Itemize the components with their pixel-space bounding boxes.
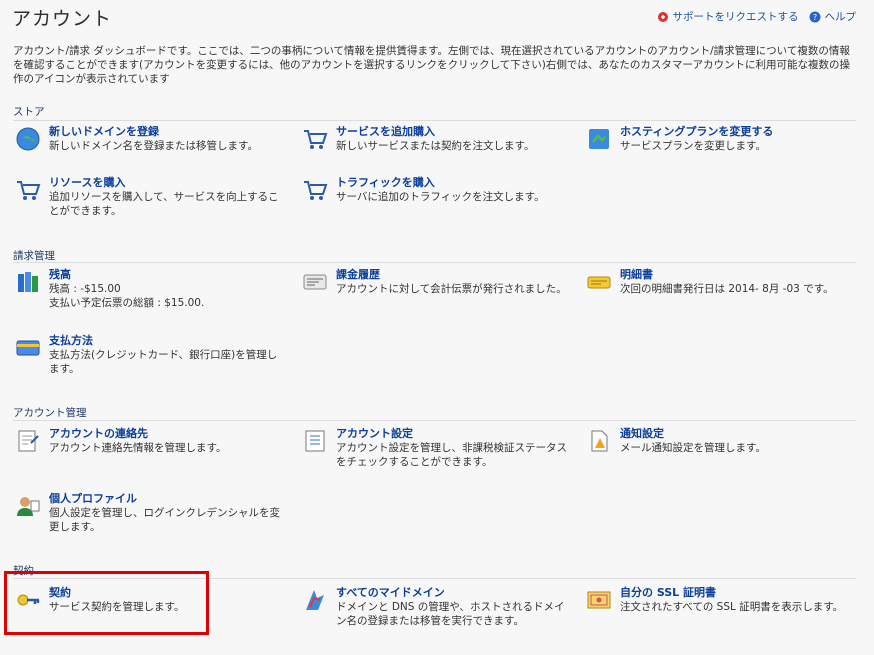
intro-text: アカウント/請求 ダッシュボードです。ここでは、二つの事柄について情報を提供賃得… [13, 45, 850, 85]
globe-icon [16, 127, 40, 151]
store-item-buy-resources: リソースを購入 追加リソースを購入して、サービスを向上することができます。 [15, 175, 285, 218]
contacts-link[interactable]: アカウントの連絡先 [49, 426, 226, 441]
profile-icon [17, 497, 40, 516]
history-link[interactable]: 課金履歴 [336, 267, 567, 282]
billing-item-balance: 残高 残高 : -$15.00 支払い予定伝票の総額 : $15.00. [15, 267, 285, 310]
section-account-label: アカウント管理 [13, 407, 87, 419]
top-links: サポートをリクエストする ? ヘルプ [657, 9, 857, 24]
add-service-link[interactable]: サービスを追加購入 [336, 124, 534, 139]
store-item-register-domain: 新しいドメインを登録 新しいドメイン名を登録または移管します。 [15, 124, 285, 153]
register-domain-link[interactable]: 新しいドメインを登録 [49, 124, 258, 139]
account-item-contacts: アカウントの連絡先 アカウント連絡先情報を管理します。 [15, 426, 285, 455]
all-domains-desc: ドメインと DNS の管理や、ホストされるドメイン名の登録または移管を実行できま… [336, 601, 565, 627]
statement-link[interactable]: 明細書 [620, 267, 834, 282]
account-item-notifications: 通知設定 メール通知設定を管理します。 [586, 426, 856, 455]
settings-icon [305, 430, 325, 452]
section-billing-divider [13, 262, 856, 263]
balance-link[interactable]: 残高 [49, 267, 204, 282]
buy-resources-link[interactable]: リソースを購入 [49, 175, 285, 190]
statement-icon [587, 276, 611, 289]
notifications-link[interactable]: 通知設定 [620, 426, 766, 441]
payment-desc: 支払方法(クレジットカード、銀行口座)を管理します。 [49, 349, 278, 375]
billing-item-payment: 支払方法 支払方法(クレジットカード、銀行口座)を管理します。 [15, 333, 285, 376]
buy-resources-desc: 追加リソースを購入して、サービスを向上することができます。 [49, 191, 279, 217]
certificate-icon [587, 591, 611, 609]
settings-link[interactable]: アカウント設定 [336, 426, 572, 441]
support-request-link[interactable]: サポートをリクエストする [657, 9, 799, 24]
store-item-add-service: サービスを追加購入 新しいサービスまたは契約を注文します。 [302, 124, 572, 153]
help-link-label: ヘルプ [824, 11, 857, 23]
settings-desc: アカウント設定を管理し、非課税検証ステータスをチェックすることができます。 [336, 442, 567, 468]
profile-link[interactable]: 個人プロファイル [49, 491, 285, 506]
buy-traffic-link[interactable]: トラフィックを購入 [336, 175, 545, 190]
support-icon [657, 11, 668, 22]
domains-icon [306, 590, 324, 610]
hosting-icon [589, 129, 609, 149]
ssl-desc: 注文されたすべての SSL 証明書を表示します。 [620, 601, 844, 613]
contact-icon [18, 430, 39, 452]
buy-traffic-desc: サーバに追加のトラフィックを注文します。 [336, 191, 545, 203]
store-item-buy-traffic: トラフィックを購入 サーバに追加のトラフィックを注文します。 [302, 175, 572, 204]
billing-item-history: 課金履歴 アカウントに対して会計伝票が発行されました。 [302, 267, 572, 296]
card-icon [16, 340, 40, 356]
cart-icon [304, 130, 328, 149]
add-service-desc: 新しいサービスまたは契約を注文します。 [336, 140, 535, 152]
invoice-icon [303, 274, 327, 290]
support-link-label: サポートをリクエストする [672, 11, 799, 23]
contract-highlight-box [4, 571, 209, 635]
account-item-profile: 個人プロファイル 個人設定を管理し、ログインクレデンシャルを変更します。 [15, 491, 285, 534]
section-billing-label: 請求管理 [13, 250, 55, 262]
help-icon: ? [809, 11, 820, 22]
change-hosting-desc: サービスプランを変更します。 [620, 140, 766, 152]
section-store-divider [13, 120, 856, 121]
profile-desc: 個人設定を管理し、ログインクレデンシャルを変更します。 [49, 507, 280, 533]
store-item-change-hosting: ホスティングプランを変更する サービスプランを変更します。 [586, 124, 856, 153]
all-domains-link[interactable]: すべてのマイドメイン [336, 585, 572, 600]
history-desc: アカウントに対して会計伝票が発行されました。 [336, 283, 567, 295]
section-account-divider [13, 420, 856, 421]
billing-item-statement: 明細書 次回の明細書発行日は 2014- 8月 -03 です。 [586, 267, 856, 296]
cart-icon [17, 181, 41, 200]
section-store-label: ストア [13, 106, 45, 118]
contract-item-ssl: 自分の SSL 証明書 注文されたすべての SSL 証明書を表示します。 [586, 585, 856, 614]
notifications-desc: メール通知設定を管理します。 [620, 442, 766, 454]
change-hosting-link[interactable]: ホスティングプランを変更する [620, 124, 773, 139]
balance-icon [18, 272, 38, 292]
statement-desc: 次回の明細書発行日は 2014- 8月 -03 です。 [620, 283, 834, 295]
notify-icon [591, 430, 608, 452]
register-domain-desc: 新しいドメイン名を登録または移管します。 [49, 140, 258, 152]
contract-item-all-domains: すべてのマイドメイン ドメインと DNS の管理や、ホストされるドメイン名の登録… [302, 585, 572, 628]
ssl-link[interactable]: 自分の SSL 証明書 [620, 585, 843, 600]
help-link[interactable]: ? ヘルプ [809, 9, 857, 24]
contacts-desc: アカウント連絡先情報を管理します。 [49, 442, 227, 454]
payment-link[interactable]: 支払方法 [49, 333, 285, 348]
account-item-settings: アカウント設定 アカウント設定を管理し、非課税検証ステータスをチェックすることが… [302, 426, 572, 469]
balance-desc: 残高 : -$15.00 支払い予定伝票の総額 : $15.00. [49, 283, 205, 309]
page-title: アカウント [12, 8, 113, 30]
cart-icon [304, 181, 328, 200]
svg-text:?: ? [812, 13, 816, 22]
